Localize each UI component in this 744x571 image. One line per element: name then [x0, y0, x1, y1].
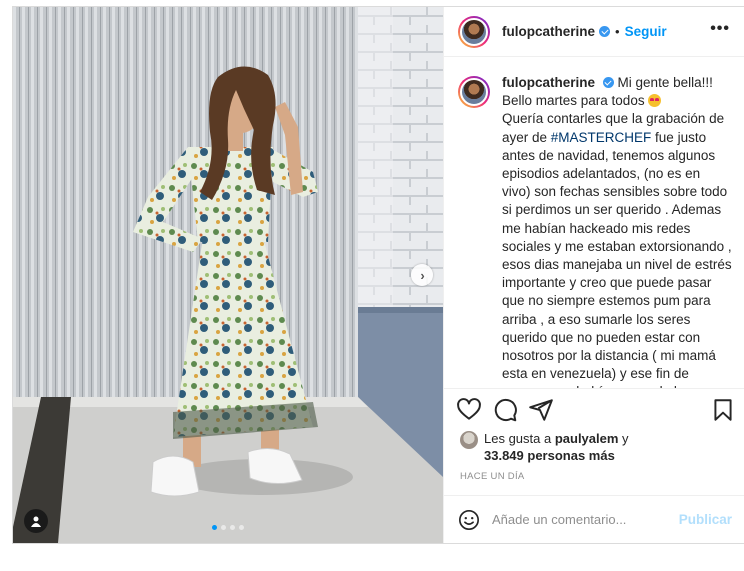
user-icon	[31, 516, 41, 527]
likes-prefix: Les gusta a	[484, 431, 555, 446]
profile-avatar[interactable]	[458, 15, 490, 48]
comment-bar: Publicar	[444, 495, 744, 543]
post-side-panel: fulopcatherine • Seguir ••• fulopcatheri…	[443, 7, 744, 543]
header-username[interactable]: fulopcatherine	[502, 24, 595, 39]
heart-icon[interactable]	[456, 397, 482, 423]
caption-username[interactable]: fulopcatherine	[502, 75, 595, 90]
photo-illustration	[13, 7, 443, 543]
header-separator: •	[615, 24, 620, 39]
carousel-dot	[239, 525, 244, 530]
post-timestamp[interactable]: HACE UN DÍA	[460, 471, 525, 482]
carousel-dot	[221, 525, 226, 530]
post-header: fulopcatherine • Seguir •••	[444, 7, 744, 57]
carousel-dot-active	[212, 525, 217, 530]
comment-icon[interactable]	[492, 397, 518, 423]
smiley-icon[interactable]	[458, 509, 480, 531]
caption-avatar[interactable]	[458, 76, 490, 108]
heart-eyes-emoji-icon	[648, 94, 662, 108]
hashtag-link[interactable]: #MASTERCHEF	[551, 130, 652, 145]
verified-badge-icon	[599, 26, 611, 37]
comment-input[interactable]	[492, 512, 679, 527]
tagged-users-button[interactable]	[24, 509, 48, 533]
caption-part3: fue justo antes de navidad, tenemos algu…	[502, 129, 732, 388]
next-photo-button[interactable]: ›	[411, 264, 433, 286]
carousel-dot	[230, 525, 235, 530]
caption-text: fulopcatherine Mi gente bella!!! Bello m…	[502, 74, 732, 388]
chevron-right-icon: ›	[420, 267, 425, 283]
liker-avatar[interactable]	[460, 431, 478, 449]
instagram-post: › fulopcatherine • Seguir ••• fulopcathe…	[12, 6, 744, 544]
likes-connector: y	[618, 431, 629, 446]
verified-badge-icon	[602, 77, 614, 88]
liker-username[interactable]: paulyalem	[555, 431, 619, 446]
bookmark-icon[interactable]	[710, 397, 736, 423]
carousel-indicator	[212, 525, 244, 530]
publish-button[interactable]: Publicar	[679, 512, 732, 527]
likes-count[interactable]: 33.849 personas más	[484, 448, 615, 463]
post-photo[interactable]: ›	[13, 7, 443, 543]
more-options-icon[interactable]: •••	[710, 21, 730, 37]
follow-button[interactable]: Seguir	[625, 24, 667, 39]
action-bar	[444, 388, 744, 432]
likes-summary: Les gusta a paulyalem y 33.849 personas …	[460, 430, 629, 464]
caption-area: fulopcatherine Mi gente bella!!! Bello m…	[444, 58, 744, 388]
send-icon[interactable]	[528, 397, 554, 423]
